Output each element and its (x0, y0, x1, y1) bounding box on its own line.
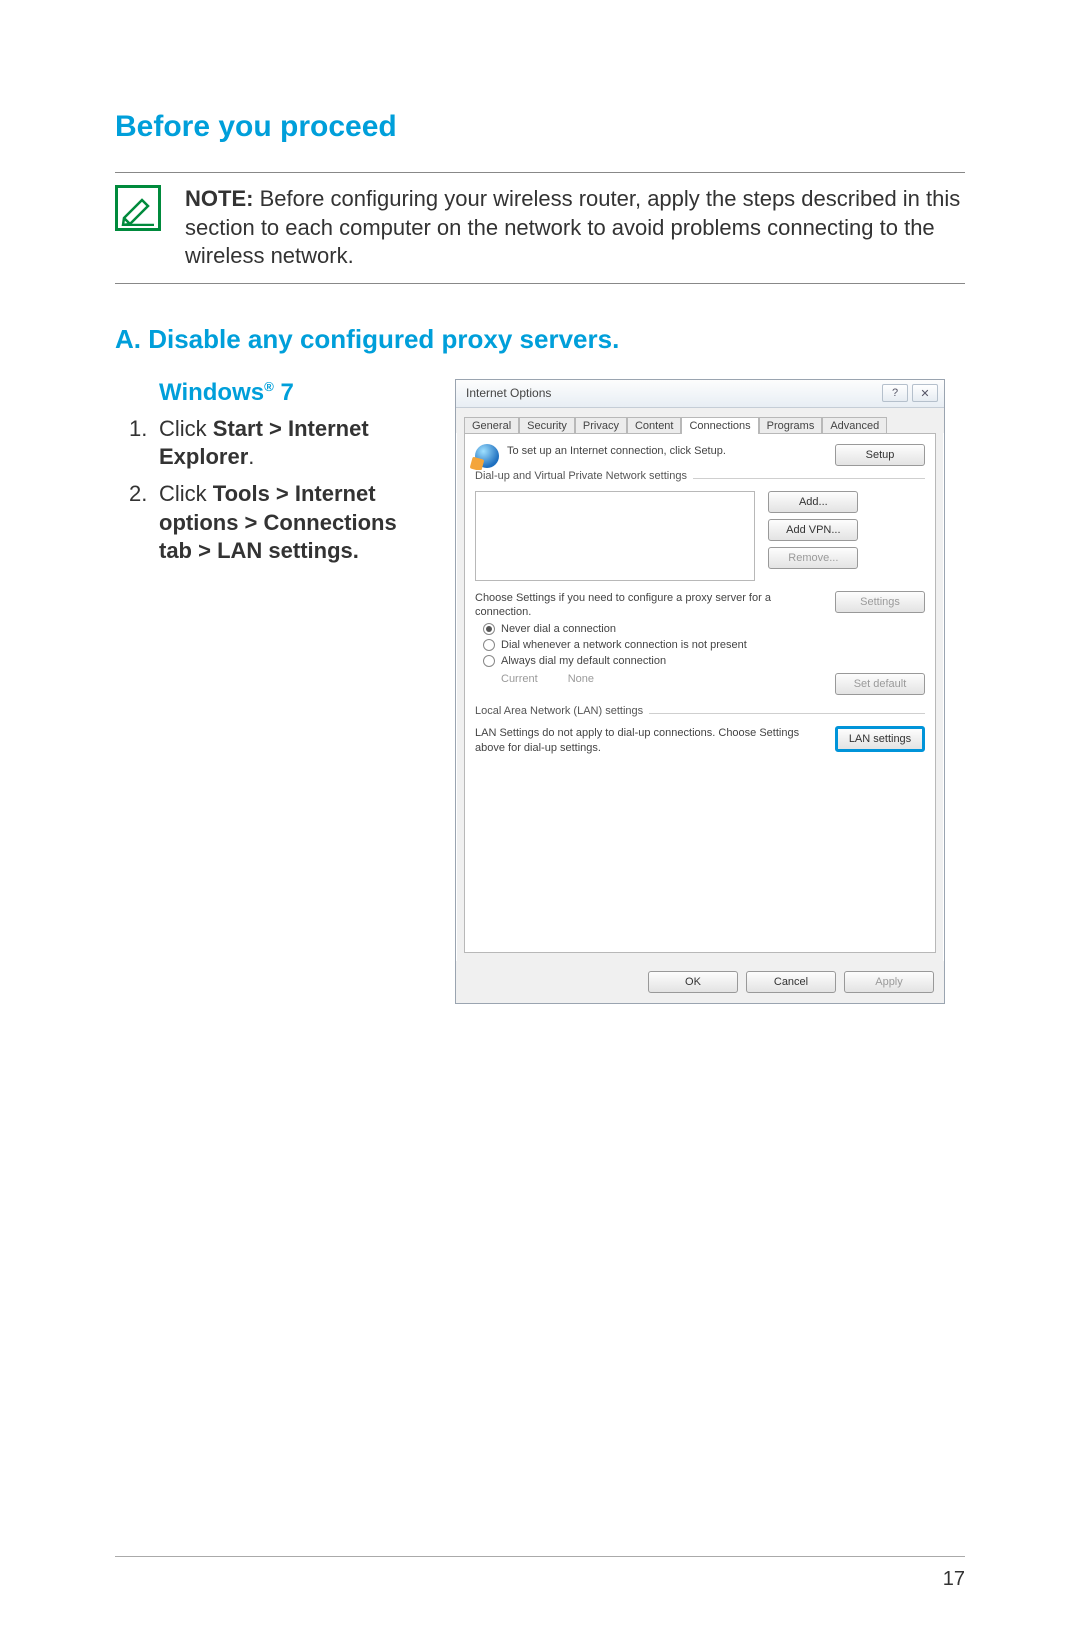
page-number: 17 (943, 1568, 965, 1591)
add-button[interactable]: Add... (768, 491, 858, 513)
radio-icon (483, 655, 495, 667)
ok-button[interactable]: OK (648, 971, 738, 993)
setup-text: To set up an Internet connection, click … (507, 444, 827, 458)
note-text: NOTE: Before configuring your wireless r… (185, 185, 965, 271)
tab-security[interactable]: Security (519, 417, 575, 434)
set-default-button[interactable]: Set default (835, 673, 925, 695)
radio-dial-when-absent[interactable]: Dial whenever a network connection is no… (483, 639, 925, 651)
heading-windows7: Windows® 7 (159, 379, 435, 407)
apply-button[interactable]: Apply (844, 971, 934, 993)
tab-content[interactable]: Content (627, 417, 682, 434)
tab-connections[interactable]: Connections (681, 417, 758, 434)
heading3-os: Windows (159, 379, 264, 406)
radio-icon (483, 639, 495, 651)
tab-programs[interactable]: Programs (759, 417, 823, 434)
footer-rule (115, 1556, 965, 1557)
cancel-button[interactable]: Cancel (746, 971, 836, 993)
step-2: 2.Click Tools > Internet options > Conne… (159, 480, 435, 566)
dialog-tabs: General Security Privacy Content Connect… (456, 408, 944, 433)
add-vpn-button[interactable]: Add VPN... (768, 519, 858, 541)
dialvpn-legend: Dial-up and Virtual Private Network sett… (475, 470, 693, 482)
setup-button[interactable]: Setup (835, 444, 925, 466)
help-button[interactable]: ? (882, 384, 908, 402)
heading3-ver: 7 (274, 379, 294, 406)
heading-before-you-proceed: Before you proceed (115, 110, 965, 144)
note-label: NOTE: (185, 186, 253, 211)
tab-privacy[interactable]: Privacy (575, 417, 627, 434)
radio-never-dial[interactable]: Never dial a connection (483, 623, 925, 635)
remove-button[interactable]: Remove... (768, 547, 858, 569)
note-body: Before configuring your wireless router,… (185, 186, 960, 268)
tab-general[interactable]: General (464, 417, 519, 434)
step-1: 1.Click Start > Internet Explorer. (159, 415, 435, 472)
radio-always-dial[interactable]: Always dial my default connection (483, 655, 925, 667)
lan-help-text: LAN Settings do not apply to dial-up con… (475, 726, 825, 755)
dialog-title: Internet Options (466, 386, 551, 400)
settings-button[interactable]: Settings (835, 591, 925, 613)
lan-settings-button[interactable]: LAN settings (835, 726, 925, 752)
globe-icon (475, 444, 499, 468)
current-label: Current (501, 673, 538, 695)
proxy-help-text: Choose Settings if you need to configure… (475, 591, 825, 620)
dialvpn-listbox[interactable] (475, 491, 755, 581)
tab-advanced[interactable]: Advanced (822, 417, 887, 434)
internet-options-dialog: Internet Options ? ✕ General Security Pr… (455, 379, 945, 1004)
radio-icon (483, 623, 495, 635)
close-button[interactable]: ✕ (912, 384, 938, 402)
lan-legend: Local Area Network (LAN) settings (475, 705, 649, 717)
current-value: None (568, 673, 594, 695)
note-icon (115, 185, 161, 231)
heading-disable-proxy: A. Disable any configured proxy servers. (115, 324, 965, 355)
note-box: NOTE: Before configuring your wireless r… (115, 172, 965, 284)
